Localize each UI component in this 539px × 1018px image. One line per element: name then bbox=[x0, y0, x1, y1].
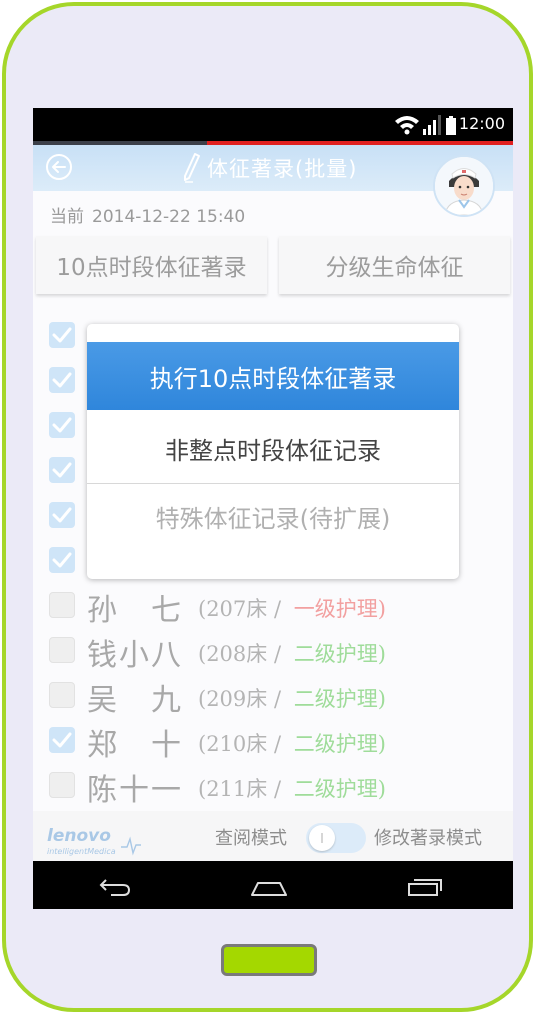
home-nav-icon[interactable] bbox=[249, 873, 289, 897]
patient-bed: (210床 / bbox=[198, 732, 288, 756]
checkbox-checked[interactable] bbox=[49, 367, 75, 393]
back-nav-icon[interactable] bbox=[93, 873, 133, 897]
patient-name: 孙 七 bbox=[87, 593, 183, 628]
nursing-level: 二级护理) bbox=[293, 687, 386, 711]
checkbox-unchecked[interactable] bbox=[49, 592, 75, 618]
checkbox-checked[interactable] bbox=[49, 412, 75, 438]
toggle-knob bbox=[309, 825, 335, 851]
tab-graded-vitals[interactable]: 分级生命体征 bbox=[279, 236, 510, 294]
page-title: 体征著录(批量) bbox=[207, 157, 358, 181]
patient-name: 吴 九 bbox=[87, 683, 183, 718]
checkbox-checked[interactable] bbox=[49, 727, 75, 753]
status-bar: 12:00 bbox=[33, 108, 513, 141]
patient-name: 郑 十 bbox=[87, 728, 183, 763]
patient-row[interactable]: 陈十一 (211床 / 二级护理) bbox=[33, 763, 513, 808]
special-vitals-option[interactable]: 特殊体征记录(待扩展) bbox=[87, 482, 459, 550]
mode-toggle[interactable] bbox=[306, 823, 366, 853]
execute-10-oclock-option[interactable]: 执行10点时段体征著录 bbox=[87, 342, 459, 410]
patient-meta: (207床 / 一级护理) bbox=[198, 593, 386, 623]
patient-meta: (209床 / 二级护理) bbox=[198, 683, 386, 713]
patient-meta: (211床 / 二级护理) bbox=[198, 773, 386, 803]
check-icon bbox=[52, 552, 72, 568]
clock: 12:00 bbox=[458, 114, 505, 133]
recent-apps-icon[interactable] bbox=[405, 873, 445, 897]
patient-row[interactable]: 郑 十 (210床 / 二级护理) bbox=[33, 718, 513, 763]
checkbox-checked[interactable] bbox=[49, 502, 75, 528]
svg-text:lenovo: lenovo bbox=[47, 826, 111, 846]
patient-meta: (208床 / 二级护理) bbox=[198, 638, 386, 668]
nurse-avatar-icon bbox=[435, 157, 493, 215]
back-arrow-icon bbox=[46, 154, 72, 180]
datetime-value: 2014-12-22 15:40 bbox=[92, 207, 246, 227]
edit-mode-label: 修改著录模式 bbox=[374, 828, 482, 849]
footer-bar: lenovo intelligentMedica 查阅模式 修改著录模式 bbox=[33, 811, 513, 861]
patient-bed: (209床 / bbox=[198, 687, 288, 711]
check-icon bbox=[52, 462, 72, 478]
patient-row[interactable]: 孙 七 (207床 / 一级护理) bbox=[33, 583, 513, 628]
patient-meta: (210床 / 二级护理) bbox=[198, 728, 386, 758]
tab-10-oclock-vitals[interactable]: 10点时段体征著录 bbox=[36, 236, 267, 294]
nursing-level: 二级护理) bbox=[293, 777, 386, 801]
patient-name: 钱小八 bbox=[87, 638, 183, 673]
nursing-level: 二级护理) bbox=[293, 642, 386, 666]
checkbox-checked[interactable] bbox=[49, 322, 75, 348]
checkbox-checked[interactable] bbox=[49, 457, 75, 483]
nursing-level: 二级护理) bbox=[293, 732, 386, 756]
checkbox-unchecked[interactable] bbox=[49, 772, 75, 798]
patient-name: 陈十一 bbox=[87, 773, 183, 808]
patient-row[interactable]: 吴 九 (209床 / 二级护理) bbox=[33, 673, 513, 718]
nurse-avatar[interactable] bbox=[433, 155, 495, 217]
datetime-label: 当前 bbox=[50, 207, 84, 227]
system-nav-bar bbox=[33, 861, 513, 909]
patient-bed: (211床 / bbox=[198, 777, 288, 801]
action-popup: 执行10点时段体征著录 非整点时段体征记录 特殊体征记录(待扩展) bbox=[87, 324, 459, 579]
app-screen: 12:00 体征著录(批量) 当前 2014-12-22 15:40 10点时段… bbox=[33, 108, 513, 909]
view-mode-label: 查阅模式 bbox=[215, 828, 287, 849]
signal-icon bbox=[423, 115, 441, 135]
hardware-home-button[interactable] bbox=[221, 944, 317, 976]
current-datetime: 当前 2014-12-22 15:40 bbox=[50, 202, 253, 227]
check-icon bbox=[52, 417, 72, 433]
checkbox-checked[interactable] bbox=[49, 547, 75, 573]
lenovo-logo: lenovo intelligentMedica bbox=[47, 826, 141, 856]
check-icon bbox=[52, 732, 72, 748]
patient-row[interactable]: 钱小八 (208床 / 二级护理) bbox=[33, 628, 513, 673]
check-icon bbox=[52, 507, 72, 523]
patient-bed: (208床 / bbox=[198, 642, 288, 666]
check-icon bbox=[52, 372, 72, 388]
non-hourly-vitals-option[interactable]: 非整点时段体征记录 bbox=[87, 414, 459, 482]
back-button[interactable] bbox=[45, 153, 73, 181]
page-title-group: 体征著录(批量) bbox=[181, 152, 357, 184]
nursing-level: 一级护理) bbox=[293, 597, 386, 621]
battery-icon bbox=[446, 116, 456, 135]
svg-text:intelligentMedica: intelligentMedica bbox=[47, 847, 116, 856]
check-icon bbox=[52, 327, 72, 343]
pen-icon bbox=[184, 153, 200, 183]
checkbox-unchecked[interactable] bbox=[49, 637, 75, 663]
checkbox-unchecked[interactable] bbox=[49, 682, 75, 708]
patient-bed: (207床 / bbox=[198, 597, 288, 621]
